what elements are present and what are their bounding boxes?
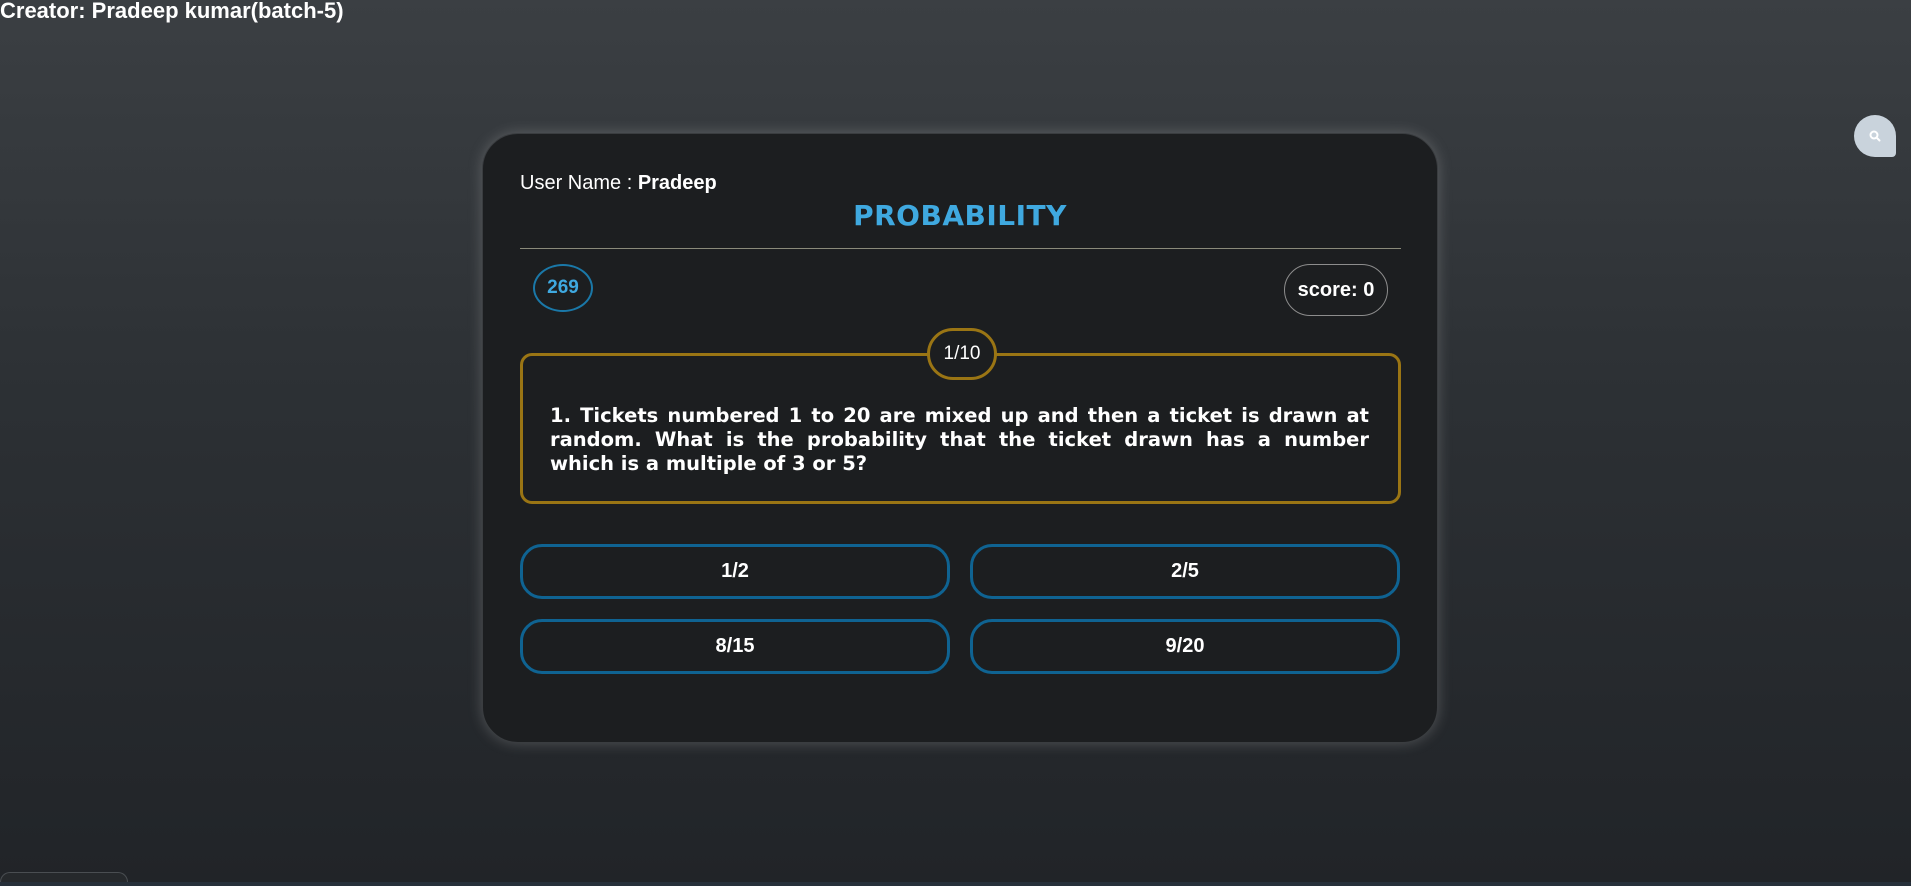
creator-label: Creator: Pradeep kumar(batch-5) [0,0,344,23]
question-text: 1. Tickets numbered 1 to 20 are mixed up… [550,404,1369,475]
option-button-3[interactable]: 8/15 [520,619,950,674]
timer-badge: 269 [533,264,593,312]
option-button-4[interactable]: 9/20 [970,619,1400,674]
username-label: User Name : [520,172,638,194]
floating-search-button[interactable] [1854,115,1896,157]
username-line: User Name : Pradeep [520,172,717,195]
bottom-bar [0,882,1911,886]
option-button-2[interactable]: 2/5 [970,544,1400,599]
question-counter: 1/10 [927,328,997,380]
option-button-1[interactable]: 1/2 [520,544,950,599]
title-divider [520,248,1401,249]
search-icon [1869,130,1881,142]
quiz-title: PROBABILITY [853,199,1067,232]
username-value: Pradeep [637,172,717,194]
score-badge: score: 0 [1284,264,1388,316]
quiz-card: User Name : Pradeep PROBABILITY 269 scor… [482,133,1438,743]
